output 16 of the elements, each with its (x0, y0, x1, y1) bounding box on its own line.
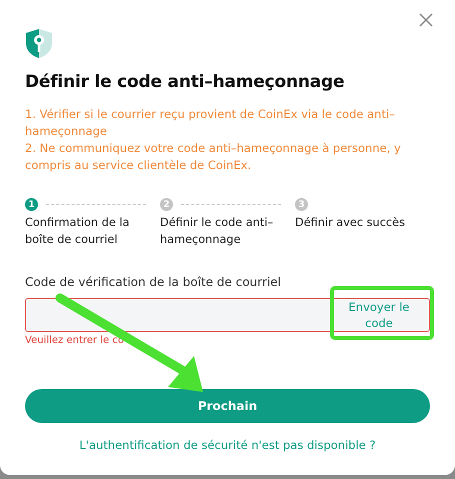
step-number: 3 (295, 198, 308, 211)
code-input-field[interactable]: Envoyer le code (25, 298, 430, 332)
step-label: Définir le code anti–hameçonnage (160, 215, 274, 248)
close-icon[interactable] (419, 13, 433, 27)
dialog-title: Définir le code anti–hameçonnage (25, 72, 346, 92)
next-button[interactable]: Prochain (25, 389, 430, 423)
step-label: Définir avec succès (295, 215, 406, 231)
warning-note: 2. Ne communiquez votre code anti–hameçonnage à personne, y compris au service clientèle de CoinEx. (25, 140, 402, 174)
warning-note: 1. Vérifier si le courrier reçu provient de CoinEx via le code anti–hameçonnage (25, 106, 396, 140)
shield-key-icon (25, 28, 53, 59)
step-number: 1 (25, 198, 38, 211)
step-label: Confirmation de la boîte de courriel (25, 215, 130, 248)
help-link[interactable]: L'authentification de sécurité n'est pas disponible ? (79, 438, 376, 452)
send-code-link[interactable]: Envoyer le code (339, 299, 419, 331)
field-label: Code de vérification de la boîte de courriel (25, 275, 282, 289)
step-number: 2 (160, 198, 173, 211)
